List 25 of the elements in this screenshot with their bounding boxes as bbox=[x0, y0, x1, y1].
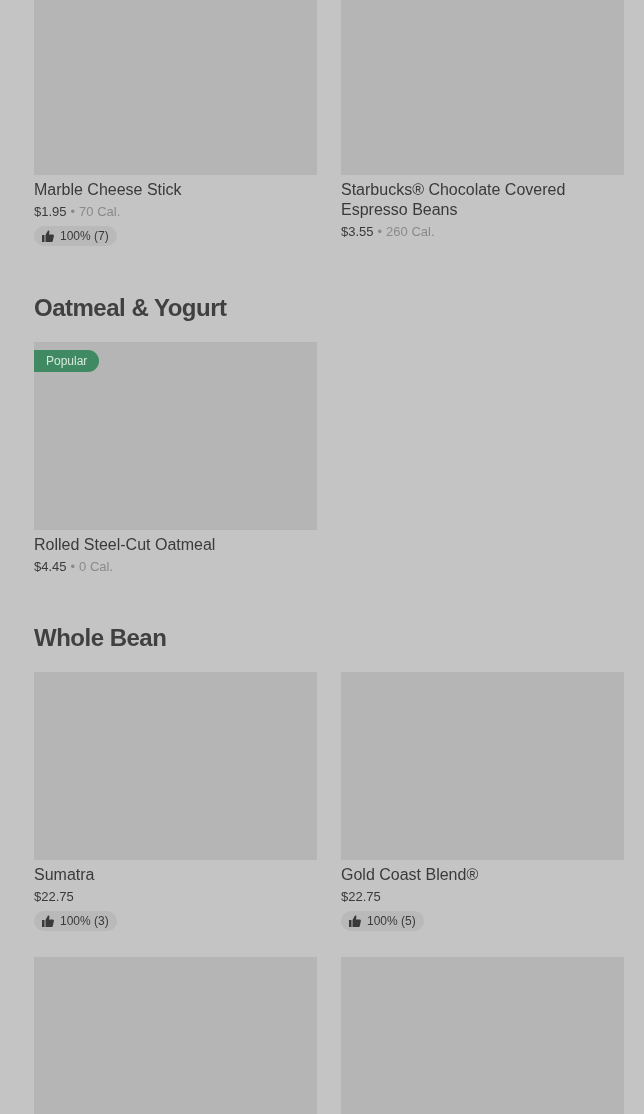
thumbs-up-icon bbox=[349, 915, 361, 927]
item-calories: 70 Cal. bbox=[79, 203, 121, 221]
separator: • bbox=[70, 558, 76, 576]
item-calories: 260 Cal. bbox=[386, 223, 435, 241]
item-name[interactable]: Marble Cheese Stick bbox=[34, 180, 317, 200]
item-name[interactable]: Sumatra bbox=[34, 865, 317, 885]
rating-text: 100% (7) bbox=[60, 229, 109, 243]
item-price: $22.75 bbox=[341, 888, 381, 906]
thumbs-up-icon bbox=[42, 915, 54, 927]
item-price: $3.55 bbox=[341, 223, 374, 241]
item-name[interactable]: Gold Coast Blend® bbox=[341, 865, 624, 885]
section-heading: Oatmeal & Yogurt bbox=[34, 294, 228, 322]
item-name[interactable]: Rolled Steel-Cut Oatmeal bbox=[34, 535, 317, 555]
separator: • bbox=[377, 223, 383, 241]
rating-text: 100% (3) bbox=[60, 914, 109, 928]
rating-text: 100% (5) bbox=[367, 914, 416, 928]
item-price: $1.95 bbox=[34, 203, 67, 221]
section-heading: Whole Bean bbox=[34, 624, 168, 652]
item-price: $22.75 bbox=[34, 888, 74, 906]
item-calories: 0 Cal. bbox=[79, 558, 114, 576]
item-price: $4.45 bbox=[34, 558, 67, 576]
separator: • bbox=[70, 203, 76, 221]
item-name[interactable]: Starbucks® Chocolate Covered Espresso Beans bbox=[341, 180, 624, 220]
thumbs-up-icon bbox=[42, 230, 54, 242]
popular-badge: Popular bbox=[34, 350, 100, 372]
